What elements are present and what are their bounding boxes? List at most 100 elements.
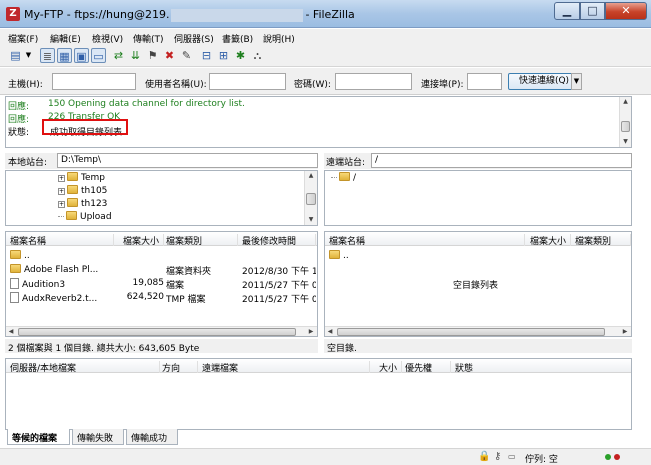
quickconnect-button[interactable]: 快速連線(Q) [508,73,580,90]
close-button[interactable]: ✕ [605,2,647,20]
col-status[interactable]: 狀態 [455,361,515,374]
remote-file-list[interactable]: 檔案名稱 檔案大小 檔案類別 .. 空目錄列表 ◀ ▶ [324,231,632,337]
menu-transfer[interactable]: 傳輸(T) [133,32,164,45]
site-manager-dropdown-icon[interactable]: ▼ [24,48,33,63]
transfer-queue[interactable]: 伺服器/本地檔案 方向 遠端檔案 大小 優先權 狀態 [5,358,632,430]
sync-browse-icon[interactable]: ✱ [233,48,248,63]
scroll-thumb[interactable] [306,193,316,205]
menu-server[interactable]: 伺服器(S) [174,32,214,45]
password-input[interactable] [335,73,412,90]
folder-icon [10,250,21,259]
toggle-log-icon[interactable]: ≣ [40,48,55,63]
expand-icon[interactable]: + [58,188,65,195]
scroll-down-icon[interactable]: ▼ [620,137,631,147]
username-input[interactable] [209,73,286,90]
file-modified: 2011/5/27 下午 0. [242,281,316,291]
local-tree[interactable]: + Temp + th105 + th123 Upload ▲ ▼ [5,170,318,226]
remote-list-hscrollbar[interactable]: ◀ ▶ [325,326,631,336]
file-icon [10,292,19,303]
col-filename[interactable]: 檔案名稱 [10,234,114,247]
folder-icon [67,172,78,181]
site-manager-icon[interactable]: ▤ [8,48,23,63]
scroll-left-icon[interactable]: ◀ [325,327,335,336]
menu-file[interactable]: 檔案(F) [8,32,38,45]
scroll-up-icon[interactable]: ▲ [305,171,317,181]
col-filesize[interactable]: 檔案大小 [527,234,571,247]
file-name: .. [329,250,349,261]
folder-icon [10,264,21,273]
scroll-down-icon[interactable]: ▼ [305,215,317,225]
toggle-remote-tree-icon[interactable]: ▣ [74,48,89,63]
col-filetype[interactable]: 檔案類別 [166,234,238,247]
tree-item-th123[interactable]: + th123 [58,198,107,209]
col-size[interactable]: 大小 [374,361,402,374]
compare-icon[interactable]: ⊞ [216,48,231,63]
menu-edit[interactable]: 編輯(E) [50,32,81,45]
minimize-icon: ▁ [562,4,572,17]
scroll-thumb[interactable] [337,328,605,336]
menu-help[interactable]: 說明(H) [263,32,295,45]
col-filename[interactable]: 檔案名稱 [329,234,525,247]
tree-item-upload[interactable]: Upload [58,211,112,222]
table-row[interactable]: AudxReverb2.t... 624,520 TMP 檔案 2011/5/2… [6,291,317,305]
local-path-input[interactable]: D:\Temp\ [57,153,318,168]
expand-icon[interactable]: + [58,175,65,182]
scroll-thumb[interactable] [18,328,296,336]
col-server-local-file[interactable]: 伺服器/本地檔案 [10,361,160,374]
log-kind: 回應: [8,115,30,125]
local-list-hscrollbar[interactable]: ◀ ▶ [6,326,317,336]
local-tree-scrollbar[interactable]: ▲ ▼ [304,171,317,225]
remote-tree[interactable]: / [324,170,632,226]
tree-item-label: Upload [80,212,112,222]
reconnect-icon[interactable]: ✎ [179,48,194,63]
local-file-list[interactable]: 檔案名稱 檔案大小 檔案類別 最後修改時間 .. Adobe Flash Pl.… [5,231,318,337]
toggle-local-tree-icon[interactable]: ▦ [57,48,72,63]
port-input[interactable] [467,73,502,90]
username-label: 使用者名稱(U): [145,80,207,90]
host-input[interactable] [52,73,136,90]
col-filesize[interactable]: 檔案大小 [116,234,164,247]
toggle-queue-icon[interactable]: ▭ [91,48,106,63]
col-direction[interactable]: 方向 [162,361,198,374]
refresh-icon[interactable]: ⇄ [111,48,126,63]
tree-item-label: Temp [81,173,105,183]
menu-bookmarks[interactable]: 書籤(B) [222,32,253,45]
table-row[interactable]: .. [6,249,317,263]
col-modified[interactable]: 最後修改時間 [242,234,316,247]
scroll-right-icon[interactable]: ▶ [306,327,316,336]
quickconnect-dropdown[interactable]: ▼ [571,73,582,90]
tab-queued-files[interactable]: 等候的檔案 [7,429,70,445]
col-priority[interactable]: 優先權 [405,361,451,374]
disconnect-icon[interactable]: ✖ [162,48,177,63]
scroll-thumb[interactable] [621,121,630,132]
expand-icon[interactable]: + [58,201,65,208]
directory-filter-icon[interactable]: ⊟ [199,48,214,63]
title-bar[interactable]: Z My-FTP - ftps://hung@219. - FileZilla ▁… [0,0,651,28]
scroll-up-icon[interactable]: ▲ [620,97,631,107]
log-scrollbar[interactable]: ▲ ▼ [619,97,631,147]
col-filetype[interactable]: 檔案類別 [575,234,631,247]
tree-item-temp[interactable]: + Temp [58,172,105,183]
window-title-prefix: My-FTP - ftps://hung@219. [24,8,170,21]
tree-item-root[interactable]: / [331,172,356,183]
table-row[interactable]: .. [325,249,631,263]
tab-successful-transfers[interactable]: 傳輸成功 [126,429,178,445]
search-icon[interactable]: ⛬ [250,48,265,63]
menu-view[interactable]: 檢視(V) [92,32,123,45]
process-queue-icon[interactable]: ⇊ [128,48,143,63]
remote-path-input[interactable]: / [371,153,632,168]
message-log[interactable]: 回應: 150 Opening data channel for directo… [5,96,632,148]
local-site-label: 本地站台: [8,158,48,168]
minimize-button[interactable]: ▁ [554,2,580,20]
col-remote-file[interactable]: 遠端檔案 [202,361,370,374]
table-row[interactable]: Audition3 19,085 檔案 2011/5/27 下午 0. [6,277,317,291]
table-row[interactable]: Adobe Flash Pl... 檔案資料夾 2012/8/30 下午 1. [6,263,317,277]
maximize-button[interactable]: □ [580,2,605,20]
speed-limit-icon[interactable]: ▭ [508,452,516,461]
scroll-right-icon[interactable]: ▶ [620,327,630,336]
tree-item-th105[interactable]: + th105 [58,185,107,196]
file-modified: 2011/5/27 下午 0. [242,295,316,305]
tab-failed-transfers[interactable]: 傳輸失敗 [72,429,124,445]
scroll-left-icon[interactable]: ◀ [6,327,16,336]
cancel-icon[interactable]: ⚑ [145,48,160,63]
